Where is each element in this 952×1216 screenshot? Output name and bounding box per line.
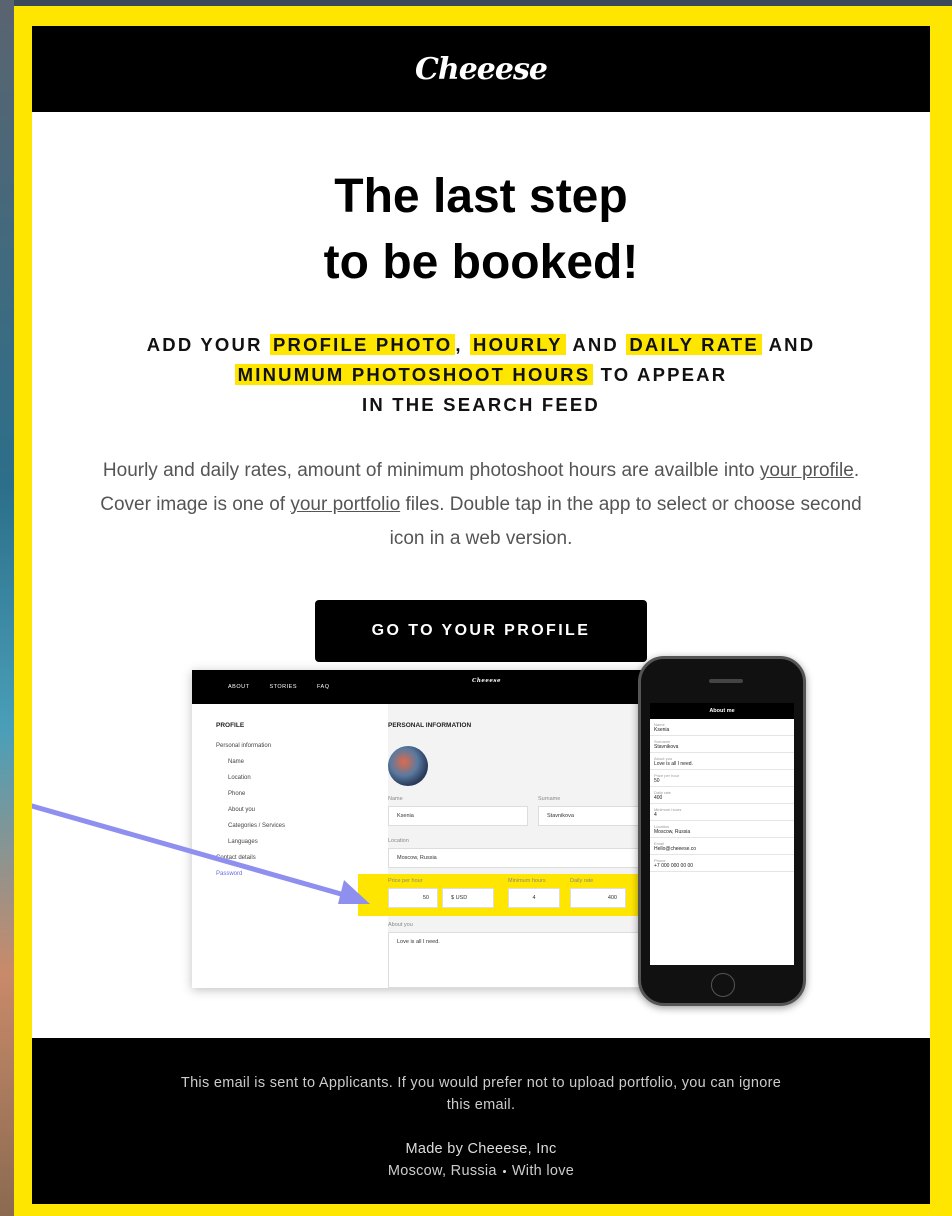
phone-title: About me: [650, 703, 794, 719]
phone-field-row: About you Love is all I need.: [650, 753, 794, 770]
phone-home-button: [711, 973, 735, 997]
location-field: Moscow, Russia: [388, 848, 672, 868]
desc-text: Hourly and daily rates, amount of minimu…: [102, 460, 760, 481]
subheadline: ADD YOUR PROFILE PHOTO, HOURLY AND DAILY…: [32, 330, 930, 420]
phone-speaker: [709, 679, 743, 683]
currency-select: $ USD: [442, 888, 494, 908]
surname-label: Surname: [538, 796, 561, 802]
footer-notice: This email is sent to Applicants. If you…: [180, 1075, 782, 1113]
phone-field-row: Surname Stavnikova: [650, 736, 794, 753]
email-header: Cheeese: [32, 26, 930, 112]
name-field: Ksenia: [388, 806, 528, 826]
footer-made-by: Made by Cheeese, Inc: [405, 1141, 557, 1157]
laptop-main: PERSONAL INFORMATION Name Ksenia Surname…: [358, 704, 672, 988]
headline-line-1: The last step: [334, 170, 628, 223]
laptop-nav: ABOUT STORIES FAQ Cheeese: [192, 670, 672, 704]
footer-location: Moscow, Russia: [387, 1163, 497, 1179]
headline-line-2: to be booked!: [323, 236, 639, 289]
phone-field-row: Price per hour 50: [650, 770, 794, 787]
daily-rate-field: 400: [570, 888, 626, 908]
desc-text: files. Double tap in the app to select o…: [389, 494, 862, 549]
phone-field-value: 50: [654, 778, 660, 784]
sub-text: ,: [455, 334, 463, 355]
phone-field-row: Phone +7 000 000 00 00: [650, 855, 794, 872]
sidebar-title: PROFILE: [216, 722, 245, 729]
profile-illustration: ABOUT STORIES FAQ Cheeese PROFILE Person…: [32, 652, 930, 1032]
phone-field-value: Moscow, Russia: [654, 829, 691, 835]
highlight-hourly: HOURLY: [470, 334, 566, 355]
phone-field-value: Stavnikova: [654, 744, 679, 750]
description: Hourly and daily rates, amount of minimu…: [82, 454, 880, 556]
highlight-profile-photo: PROFILE PHOTO: [269, 334, 456, 355]
phone-field-row: Minimum hours 4: [650, 804, 794, 821]
phone-field-value: Ksenia: [654, 727, 670, 733]
phone-field-row: Name Ksenia: [650, 719, 794, 736]
phone-field-value: 4: [654, 812, 657, 818]
email-frame: Cheeese The last step to be booked! ADD …: [14, 6, 952, 1216]
nav-faq: FAQ: [317, 684, 330, 690]
bullet-icon: [502, 1169, 506, 1173]
nav-stories: STORIES: [269, 684, 297, 690]
min-hours-field: 4: [508, 888, 560, 908]
cheeese-logo[interactable]: Cheeese: [415, 52, 548, 87]
section-title: PERSONAL INFORMATION: [388, 722, 472, 729]
background-photo: [0, 0, 14, 1216]
sub-text: AND: [768, 334, 816, 355]
highlight-daily-rate: DAILY RATE: [626, 334, 762, 355]
daily-rate-label: Daily rate: [570, 878, 594, 884]
phone-field-value: Love is all I need.: [654, 761, 693, 767]
phone-field-row: Daily rate 400: [650, 787, 794, 804]
nav-about: ABOUT: [228, 684, 250, 690]
phone-field-value: 400: [654, 795, 663, 801]
pointer-arrow: [32, 803, 370, 904]
sub-text: ADD YOUR: [146, 334, 263, 355]
your-portfolio-link[interactable]: your portfolio: [290, 494, 400, 515]
price-field: 50: [388, 888, 438, 908]
your-profile-link[interactable]: your profile: [760, 460, 854, 481]
sub-text: TO APPEAR: [600, 364, 728, 385]
phone-screen: About me Name Ksenia Surname Stavnikova Ab…: [650, 703, 794, 965]
sub-text: AND: [572, 334, 619, 355]
price-label: Price per hour: [388, 878, 423, 884]
phone-field-row: Location Moscow, Russia: [650, 821, 794, 838]
phone-mockup: About me Name Ksenia Surname Stavnikova Ab…: [638, 656, 806, 1006]
sub-text: IN THE SEARCH FEED: [362, 394, 600, 415]
headline: The last step to be booked!: [32, 164, 930, 296]
footer-location-line: Moscow, Russia With love: [32, 1160, 930, 1182]
about-field: Love is all I need.: [388, 932, 672, 988]
phone-field-value: Hello@cheeese.co: [654, 846, 697, 852]
highlight-min-hours: MINUMUM PHOTOSHOOT HOURS: [234, 364, 594, 385]
phone-field-value: +7 000 000 00 00: [654, 863, 694, 869]
email-card: Cheeese The last step to be booked! ADD …: [32, 26, 930, 1204]
avatar: [388, 746, 428, 786]
footer-love: With love: [511, 1163, 575, 1179]
laptop-logo: Cheeese: [472, 678, 501, 684]
phone-field-row: Email Hello@cheeese.co: [650, 838, 794, 855]
email-footer: This email is sent to Applicants. If you…: [32, 1038, 930, 1204]
min-hours-label: Minimum hours: [508, 878, 546, 884]
